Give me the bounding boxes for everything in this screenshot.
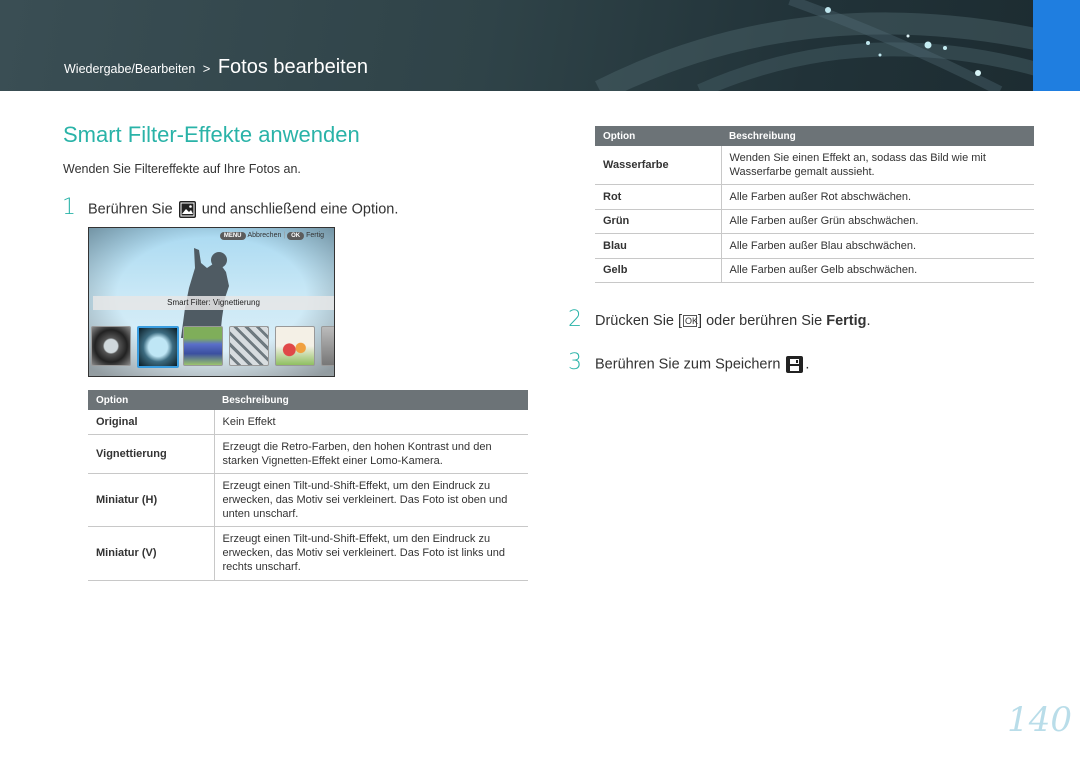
menu-key[interactable]: MENU xyxy=(219,232,246,240)
options-table-right: Option Beschreibung Wasserfarbe Wenden S… xyxy=(595,126,1034,283)
smart-filter-icon xyxy=(178,201,196,218)
filter-thumbnail-strip xyxy=(91,326,334,368)
option-description: Kein Effekt xyxy=(214,410,528,435)
step-3: 3 Berühren Sie zum Speichern . xyxy=(568,350,810,375)
option-name: Original xyxy=(88,410,215,435)
table-row: Blau Alle Farben außer Blau abschwächen. xyxy=(595,233,1034,259)
option-name: Miniatur (V) xyxy=(88,526,215,581)
option-description: Wenden Sie einen Effekt an, sodass das B… xyxy=(721,146,1034,185)
page-number: 140 xyxy=(1007,700,1072,740)
done-label[interactable]: Fertig xyxy=(306,232,324,239)
option-name: Grün xyxy=(595,209,722,234)
cancel-label[interactable]: Abbrechen xyxy=(248,232,282,239)
table-header-row: Option Beschreibung xyxy=(88,390,528,410)
column-header-description: Beschreibung xyxy=(721,126,1034,146)
table-header-row: Option Beschreibung xyxy=(595,126,1034,146)
option-name: Vignettierung xyxy=(88,434,215,474)
breadcrumb-separator: > xyxy=(202,61,211,76)
filter-thumb-original[interactable] xyxy=(91,326,131,366)
table-row: Grün Alle Farben außer Grün abschwächen. xyxy=(595,209,1034,234)
breadcrumb-parent[interactable]: Wiedergabe/Bearbeiten xyxy=(64,62,195,76)
column-header-option: Option xyxy=(595,126,721,146)
option-name: Blau xyxy=(595,233,722,259)
step-2: 2 Drücken Sie [OK] oder berühren Sie Fer… xyxy=(568,307,871,332)
screen-topbar: MENU Abbrechen | OK Fertig xyxy=(219,232,324,240)
step-text-before: Berühren Sie xyxy=(88,201,173,218)
section-title: Smart Filter-Effekte anwenden xyxy=(63,122,360,147)
filter-thumb-vignette[interactable] xyxy=(137,326,179,368)
table-row: Rot Alle Farben außer Rot abschwächen. xyxy=(595,184,1034,210)
filter-thumb-red[interactable] xyxy=(321,326,334,366)
table-row: Wasserfarbe Wenden Sie einen Effekt an, … xyxy=(595,146,1034,185)
step-1: 1 Berühren Sie und anschließend eine Opt… xyxy=(62,195,399,220)
option-name: Miniatur (H) xyxy=(88,473,215,527)
step-text-before: Drücken Sie [ xyxy=(595,313,683,329)
options-table-left: Option Beschreibung Original Kein Effekt… xyxy=(88,390,528,581)
table-row: Miniatur (H) Erzeugt einen Tilt-und-Shif… xyxy=(88,473,528,527)
option-description: Alle Farben außer Gelb abschwächen. xyxy=(721,258,1034,283)
step-bold-label: Fertig xyxy=(826,313,867,329)
option-name: Gelb xyxy=(595,258,722,283)
option-description: Erzeugt einen Tilt-und-Shift-Effekt, um … xyxy=(214,526,528,581)
option-description: Alle Farben außer Blau abschwächen. xyxy=(721,233,1034,259)
chapter-tab xyxy=(1033,0,1080,91)
option-description: Erzeugt einen Tilt-und-Shift-Effekt, um … xyxy=(214,473,528,527)
ok-key-icon: OK xyxy=(683,315,699,328)
table-row: Vignettierung Erzeugt die Retro-Farben, … xyxy=(88,434,528,474)
intro-text: Wenden Sie Filtereffekte auf Ihre Fotos … xyxy=(63,162,301,176)
filter-label: Smart Filter: Vignettierung xyxy=(93,296,334,310)
filter-thumb-miniature-h[interactable] xyxy=(183,326,223,366)
table-row: Original Kein Effekt xyxy=(88,410,528,435)
table-row: Gelb Alle Farben außer Gelb abschwächen. xyxy=(595,258,1034,283)
page-title: Fotos bearbeiten xyxy=(217,56,368,78)
save-icon xyxy=(786,356,804,373)
option-description: Alle Farben außer Rot abschwächen. xyxy=(721,184,1034,210)
step-text-middle: ] oder berühren Sie xyxy=(698,313,827,329)
column-header-option: Option xyxy=(88,390,214,410)
camera-screen: MENU Abbrechen | OK Fertig Smart Filter: V… xyxy=(88,227,335,377)
header-band: Wiedergabe/Bearbeiten > Fotos bearbeiten xyxy=(0,0,1080,91)
ok-key[interactable]: OK xyxy=(287,232,305,240)
filter-thumb-watercolor[interactable] xyxy=(275,326,315,366)
step-text-after: . xyxy=(866,313,871,329)
step-number: 3 xyxy=(568,350,582,375)
step-text-after: . xyxy=(805,356,810,373)
step-text-after: und anschließend eine Option. xyxy=(201,201,399,218)
step-number: 2 xyxy=(568,307,582,332)
option-description: Alle Farben außer Grün abschwächen. xyxy=(721,209,1034,234)
table-row: Miniatur (V) Erzeugt einen Tilt-und-Shif… xyxy=(88,526,528,581)
step-text-before: Berühren Sie zum Speichern xyxy=(595,356,781,373)
filter-thumb-miniature-v[interactable] xyxy=(229,326,269,366)
option-name: Wasserfarbe xyxy=(595,146,722,185)
option-description: Erzeugt die Retro-Farben, den hohen Kont… xyxy=(214,434,528,474)
step-number: 1 xyxy=(62,195,76,220)
breadcrumb: Wiedergabe/Bearbeiten > Fotos bearbeiten xyxy=(64,56,368,79)
column-header-description: Beschreibung xyxy=(214,390,528,410)
option-name: Rot xyxy=(595,184,722,210)
